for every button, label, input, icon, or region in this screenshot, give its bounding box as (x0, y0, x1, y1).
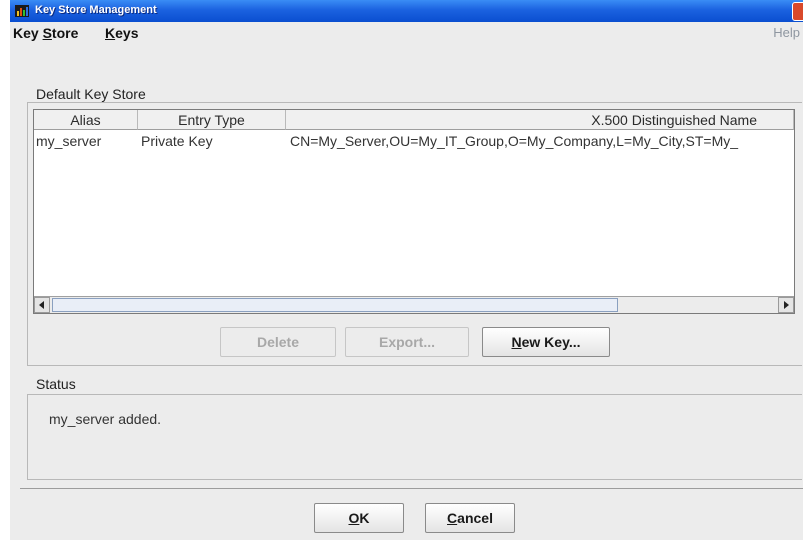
cell-dn: CN=My_Server,OU=My_IT_Group,O=My_Company… (290, 133, 739, 149)
keystore-table[interactable]: Alias Entry Type X.500 Distinguished Nam… (33, 109, 795, 314)
cancel-button[interactable]: Cancel (425, 503, 515, 533)
dialog-divider (20, 488, 803, 489)
new-key-button[interactable]: New Key... (482, 327, 610, 357)
title-bar[interactable]: Key Store Management (10, 0, 803, 22)
column-header-entry-type[interactable]: Entry Type (138, 110, 286, 130)
menu-help[interactable]: Help (773, 25, 800, 40)
scroll-left-arrow-icon[interactable] (34, 297, 50, 313)
column-header-dn[interactable]: X.500 Distinguished Name (286, 110, 794, 130)
scroll-right-arrow-icon[interactable] (778, 297, 794, 313)
status-message: my_server added. (49, 411, 162, 427)
column-header-alias[interactable]: Alias (34, 110, 138, 130)
keystore-group-title: Default Key Store (36, 86, 146, 102)
status-group-title: Status (36, 376, 76, 392)
delete-button[interactable]: Delete (220, 327, 336, 357)
cell-alias: my_server (36, 133, 102, 149)
ok-button[interactable]: OK (314, 503, 404, 533)
key-store-management-window: Key Store Management Key Store Keys Help… (10, 0, 803, 540)
status-group-border (27, 394, 802, 480)
menu-keys[interactable]: Keys (105, 25, 138, 41)
menu-key-store[interactable]: Key Store (13, 25, 78, 41)
app-icon (15, 5, 29, 17)
horizontal-scrollbar[interactable] (34, 296, 794, 313)
scrollbar-thumb[interactable] (52, 298, 618, 312)
close-icon[interactable] (792, 2, 803, 21)
window-title: Key Store Management (35, 4, 157, 16)
cell-entry-type: Private Key (141, 133, 213, 149)
export-button[interactable]: Export... (345, 327, 469, 357)
